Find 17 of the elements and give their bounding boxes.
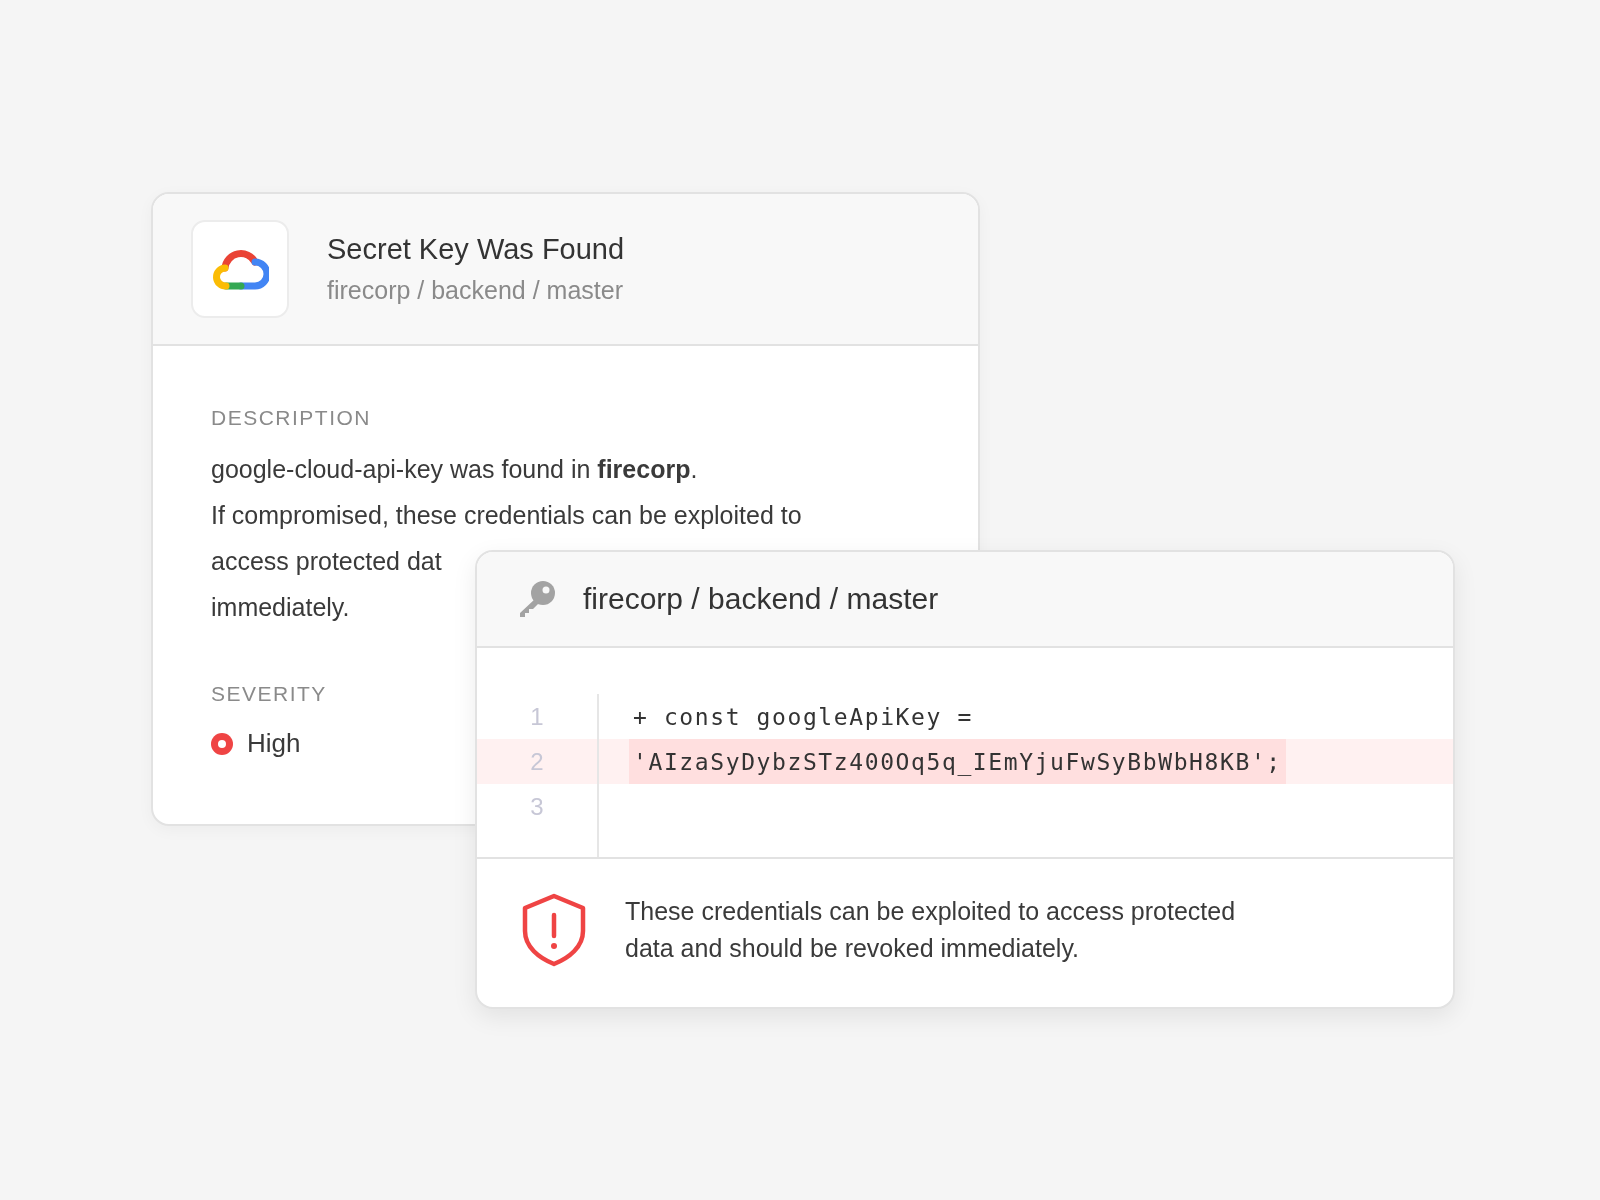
severity-value: High — [247, 728, 301, 759]
description-line: If compromised, these credentials can be exploited to — [211, 500, 802, 531]
section-label: DESCRIPTION — [211, 406, 372, 430]
card-title: Secret Key Was Found — [327, 233, 625, 266]
repo-path: firecorp / backend / master — [327, 276, 624, 305]
description-line: immediately. — [211, 592, 350, 623]
code-text: + const googleApiKey = — [632, 702, 974, 732]
line-number: 2 — [477, 739, 599, 784]
shield-alert-icon — [521, 893, 587, 967]
warning-text: These credentials can be exploited to access protected data and should be revoked immediately. — [625, 896, 1237, 964]
key-icon — [517, 580, 557, 618]
description-line: access protected dat — [211, 546, 442, 577]
section-label: SEVERITY — [211, 682, 328, 706]
code-text: 'AIzaSyDybzSTz400Oq5q_IEmYjuFwSyBbWbH8KB'; — [629, 739, 1286, 784]
repo-path: firecorp / backend / master — [583, 582, 939, 616]
description-line: google-cloud-api-key was found in firecorp. — [211, 454, 698, 485]
line-number: 3 — [477, 784, 599, 829]
